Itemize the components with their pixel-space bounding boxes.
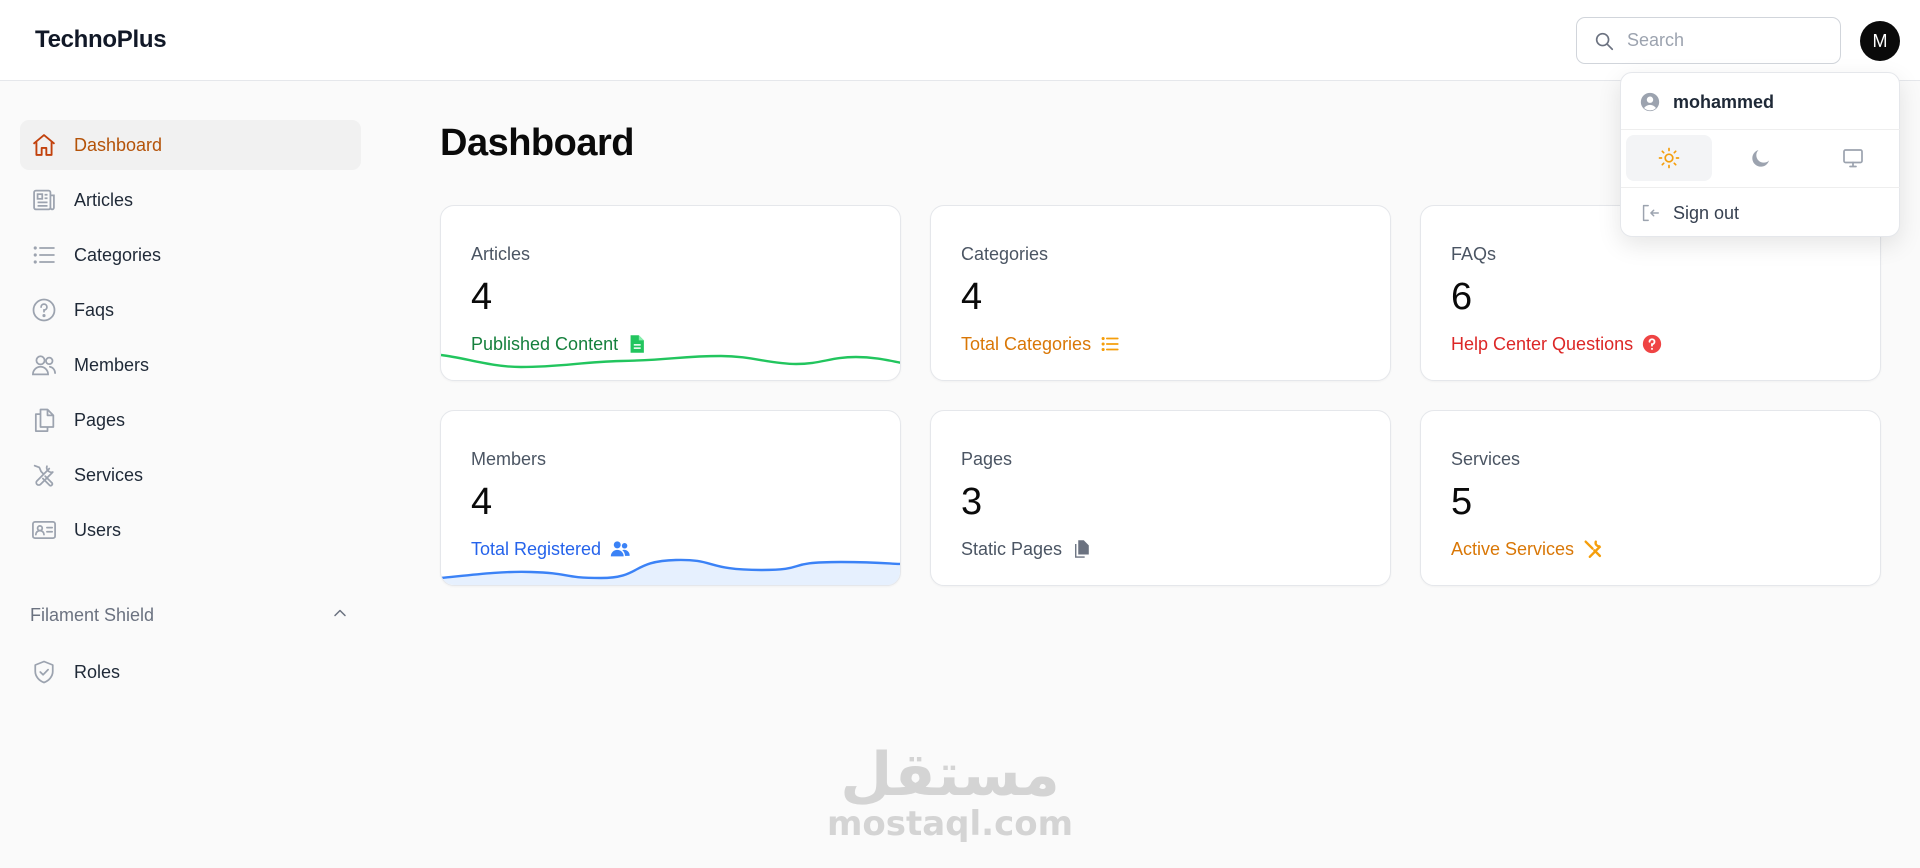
- sidebar-item-roles[interactable]: Roles: [20, 647, 361, 697]
- watermark-latin: mostaql.com: [826, 804, 1074, 844]
- stat-value: 6: [1451, 276, 1473, 318]
- users-icon: [30, 351, 58, 379]
- stat-description-text: Active Services: [1451, 538, 1575, 559]
- chevron-up-icon[interactable]: [330, 603, 350, 623]
- page-title: Dashboard: [440, 122, 634, 164]
- sidebar-group-label[interactable]: Filament Shield: [30, 605, 154, 626]
- sidebar-item-members[interactable]: Members: [20, 340, 361, 390]
- stat-card-services[interactable]: Services 5 Active Services: [1420, 410, 1881, 586]
- moon-icon: [1752, 150, 1769, 167]
- stat-label: Pages: [961, 449, 1013, 469]
- search-input[interactable]: [1627, 30, 1827, 51]
- user-circle-icon: [1640, 92, 1660, 112]
- sign-out-icon: [1642, 204, 1659, 222]
- stat-description-text: Static Pages: [961, 538, 1063, 559]
- stat-value: 4: [471, 276, 493, 318]
- sidebar-item-label: Roles: [74, 661, 121, 682]
- user-avatar[interactable]: M: [1860, 21, 1900, 61]
- stat-value: 5: [1451, 481, 1473, 523]
- question-mark-circle-icon: [1642, 334, 1662, 354]
- brand-logo[interactable]: TechnoPlus: [35, 26, 167, 54]
- sign-out-button[interactable]: Sign out: [1639, 198, 1739, 228]
- stat-description-text: Help Center Questions: [1451, 333, 1634, 354]
- stat-card-members[interactable]: Members 4 Total Registered: [440, 410, 901, 586]
- sidebar-item-label: Faqs: [74, 299, 115, 320]
- sign-out-label: Sign out: [1673, 202, 1740, 223]
- sidebar-item-dashboard[interactable]: Dashboard: [20, 120, 361, 170]
- sparkline-line: [441, 353, 900, 369]
- user-menu-name: mohammed: [1673, 91, 1775, 112]
- search-box[interactable]: [1576, 17, 1841, 64]
- stat-value: 3: [961, 481, 983, 523]
- stat-description: Help Center Questions: [1451, 333, 1663, 355]
- theme-dark-button[interactable]: [1718, 135, 1804, 181]
- stat-description-text: Total Categories: [961, 333, 1092, 354]
- sidebar-item-pages[interactable]: Pages: [20, 395, 361, 445]
- sidebar-item-services[interactable]: Services: [20, 450, 361, 500]
- stat-label: Categories: [961, 244, 1049, 264]
- sidebar-item-label: Articles: [74, 189, 134, 210]
- sidebar: Dashboard Articles Categories Faqs Membe…: [0, 81, 380, 868]
- stat-value: 4: [471, 481, 493, 523]
- sidebar-item-label: Members: [74, 354, 150, 375]
- divider: [1621, 129, 1901, 130]
- stat-card-pages[interactable]: Pages 3 Static Pages: [930, 410, 1391, 586]
- user-menu-dropdown: mohammed Sign out: [1620, 72, 1901, 237]
- stat-description: Active Services: [1451, 538, 1604, 560]
- stat-label: FAQs: [1451, 244, 1497, 264]
- watermark-logo: مستقل mostaql.com: [820, 740, 1080, 844]
- list-icon: [30, 241, 58, 269]
- divider: [1621, 187, 1901, 188]
- document-duplicate-icon: [1075, 540, 1089, 558]
- stat-value: 4: [961, 276, 983, 318]
- search-icon: [1595, 32, 1614, 50]
- stat-card-categories[interactable]: Categories 4 Total Categories: [930, 205, 1391, 381]
- stat-description: Static Pages: [961, 538, 1092, 560]
- newspaper-icon: [30, 186, 58, 214]
- list-bullet-icon: [1101, 336, 1119, 352]
- stat-label: Articles: [471, 244, 531, 264]
- sparkline-chart-articles: [441, 353, 900, 369]
- sun-icon: [1658, 147, 1680, 169]
- topbar: TechnoPlus M: [0, 0, 1920, 81]
- sidebar-item-articles[interactable]: Articles: [20, 175, 361, 225]
- user-menu-profile[interactable]: mohammed: [1639, 87, 1774, 117]
- wrench-screwdriver-icon: [1584, 540, 1602, 558]
- theme-light-button[interactable]: [1626, 135, 1712, 181]
- stat-label: Members: [471, 449, 547, 469]
- stat-card-articles[interactable]: Articles 4 Published Content: [440, 205, 901, 381]
- sidebar-item-faqs[interactable]: Faqs: [20, 285, 361, 335]
- sidebar-item-users[interactable]: Users: [20, 505, 361, 555]
- sidebar-item-label: Pages: [74, 409, 126, 430]
- sidebar-item-categories[interactable]: Categories: [20, 230, 361, 280]
- shield-check-icon: [30, 658, 58, 686]
- question-circle-icon: [30, 296, 58, 324]
- theme-system-button[interactable]: [1810, 135, 1896, 181]
- sidebar-item-label: Dashboard: [74, 134, 163, 155]
- sidebar-item-label: Users: [74, 519, 122, 540]
- sidebar-item-label: Categories: [74, 244, 162, 265]
- documents-icon: [30, 406, 58, 434]
- stat-label: Services: [1451, 449, 1521, 469]
- stat-description: Total Categories: [961, 333, 1121, 355]
- wrench-screwdriver-icon: [30, 461, 58, 489]
- sidebar-item-label: Services: [74, 464, 144, 485]
- sparkline-chart-members: [441, 558, 900, 585]
- id-card-icon: [30, 516, 58, 544]
- watermark-arabic: مستقل: [840, 740, 1060, 810]
- home-icon: [30, 131, 58, 159]
- monitor-icon: [1843, 149, 1863, 168]
